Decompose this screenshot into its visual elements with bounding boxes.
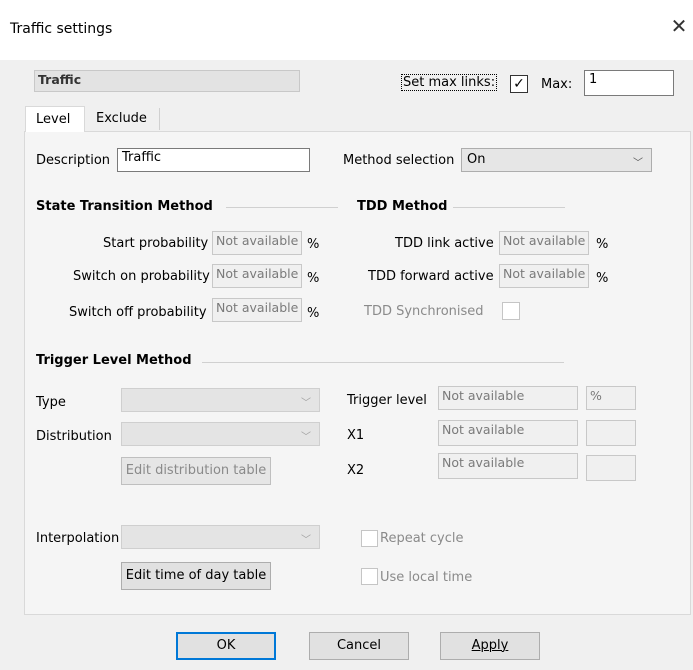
tab-exclude-label: Exclude	[96, 111, 147, 126]
tdd-synchronised-label: TDD Synchronised	[364, 304, 484, 319]
state-transition-title: State Transition Method	[36, 199, 213, 214]
edit-distribution-table-button[interactable]: Edit distribution table	[121, 457, 271, 485]
description-label: Description	[36, 153, 111, 168]
tdd-forward-active-field: Not available	[499, 264, 589, 288]
x1-label: X1	[347, 428, 365, 443]
start-probability-unit: %	[307, 237, 320, 252]
type-dropdown[interactable]: ﹀	[121, 388, 320, 412]
max-input[interactable]: 1	[584, 70, 674, 96]
tdd-forward-active-unit: %	[596, 271, 609, 286]
tdd-link-active-label: TDD link active	[395, 236, 494, 251]
edit-time-of-day-table-button[interactable]: Edit time of day table	[121, 562, 271, 590]
trigger-level-title: Trigger Level Method	[36, 353, 192, 368]
trigger-level-divider	[202, 362, 564, 363]
tdd-forward-active-label: TDD forward active	[368, 269, 494, 284]
close-icon[interactable]: ✕	[668, 16, 690, 38]
x1-unit-field	[586, 420, 636, 446]
tdd-synchronised-checkbox[interactable]	[502, 302, 520, 320]
trigger-level-label: Trigger level	[347, 393, 427, 408]
cancel-button[interactable]: Cancel	[309, 632, 409, 660]
check-icon: ✓	[513, 76, 525, 92]
x2-label: X2	[347, 463, 365, 478]
tdd-link-active-field: Not available	[499, 231, 589, 255]
start-probability-field: Not available	[212, 231, 302, 255]
name-field: Traffic	[34, 70, 300, 92]
switch-on-probability-unit: %	[307, 271, 320, 286]
tdd-divider	[453, 207, 565, 208]
interpolation-label: Interpolation	[36, 531, 120, 546]
x2-unit-field	[586, 455, 636, 481]
switch-on-probability-label: Switch on probability	[73, 269, 210, 284]
tab-exclude[interactable]: Exclude	[85, 108, 160, 130]
switch-off-probability-field: Not available	[212, 298, 302, 322]
description-input[interactable]: Traffic	[117, 148, 310, 172]
chevron-down-icon: ﹀	[301, 398, 311, 409]
method-selection-value: On	[467, 152, 486, 167]
interpolation-dropdown[interactable]: ﹀	[121, 525, 320, 549]
tab-level[interactable]: Level	[25, 106, 85, 132]
x1-field: Not available	[438, 420, 578, 446]
state-transition-divider	[226, 207, 338, 208]
x2-field: Not available	[438, 453, 578, 479]
switch-on-probability-field: Not available	[212, 264, 302, 288]
distribution-label: Distribution	[36, 429, 112, 444]
use-local-time-checkbox[interactable]	[361, 568, 378, 585]
chevron-down-icon: ﹀	[633, 158, 643, 169]
repeat-cycle-checkbox[interactable]	[361, 530, 378, 547]
tdd-link-active-unit: %	[596, 237, 609, 252]
method-selection-label: Method selection	[343, 153, 455, 168]
tdd-title: TDD Method	[357, 199, 448, 214]
trigger-level-unit: %	[586, 386, 636, 410]
chevron-down-icon: ﹀	[301, 535, 311, 546]
trigger-level-field: Not available	[438, 386, 578, 410]
ok-button[interactable]: OK	[176, 632, 276, 660]
apply-button[interactable]: Apply	[440, 632, 540, 660]
tab-level-label: Level	[36, 112, 71, 127]
type-label: Type	[36, 395, 66, 410]
repeat-cycle-label: Repeat cycle	[380, 531, 464, 546]
max-label: Max:	[541, 77, 573, 92]
switch-off-probability-unit: %	[307, 306, 320, 321]
start-probability-label: Start probability	[103, 236, 209, 251]
method-selection-dropdown[interactable]: On ﹀	[461, 148, 652, 172]
set-max-links-label[interactable]: Set max links:	[400, 74, 498, 91]
use-local-time-label: Use local time	[380, 570, 473, 585]
chevron-down-icon: ﹀	[301, 432, 311, 443]
set-max-links-checkbox[interactable]: ✓	[510, 75, 528, 93]
switch-off-probability-label: Switch off probability	[69, 305, 207, 320]
window-title: Traffic settings	[10, 21, 113, 37]
distribution-dropdown[interactable]: ﹀	[121, 422, 320, 446]
